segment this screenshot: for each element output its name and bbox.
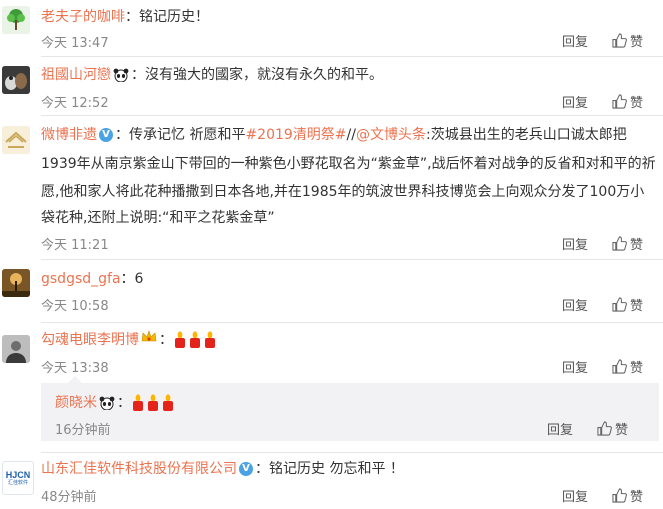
- like-button[interactable]: 赞: [597, 419, 628, 438]
- comment-body: ：铭记历史 勿忘和平 ！: [255, 461, 404, 477]
- avatar[interactable]: [2, 66, 30, 94]
- user-name[interactable]: 祖國山河戀: [41, 67, 111, 83]
- comment-text: 祖國山河戀 ：沒有強大的國家，就沒有永久的和平。: [41, 65, 383, 85]
- user-name[interactable]: 山东汇佳软件科技股份有限公司: [41, 461, 237, 477]
- comment-body: ：传承记忆 祈愿和平: [115, 127, 246, 143]
- comment-1: 老夫子的咖啡：铭记历史！ 今天 13:47 回复 赞: [0, 0, 663, 57]
- sub-reply-text: 颜晓米 ：: [55, 393, 176, 413]
- like-button[interactable]: 赞: [612, 234, 643, 253]
- comment-6: HJCN 汇佳软件 山东汇佳软件科技股份有限公司 V ：铭记历史 勿忘和平 ！ 48…: [0, 453, 663, 509]
- user-name[interactable]: 勾魂电眼李明博: [41, 332, 139, 348]
- comment-text: 山东汇佳软件科技股份有限公司 V ：铭记历史 勿忘和平 ！: [41, 459, 404, 479]
- comment-text-line: 1939年从南京紫金山下带回的一种紫色小野花取名为“紫金草”,战后怀着对战争的反…: [41, 156, 656, 172]
- timestamp: 今天 12:52: [41, 96, 109, 111]
- comment-2: 祖國山河戀 ：沒有強大的國家，就沒有永久的和平。 今天 12:52 回复 赞: [0, 57, 663, 116]
- comment-3: 微博非遗 V ：传承记忆 祈愿和平#2019清明祭#//@文博头条:茨城县出生的老兵…: [0, 116, 663, 260]
- like-label: 赞: [630, 490, 644, 505]
- like-button[interactable]: 赞: [612, 295, 643, 314]
- comment-body: :茨城县出生的老兵山口诚太郎把: [425, 127, 627, 143]
- thumbs-up-icon: [612, 236, 627, 251]
- user-name[interactable]: 老夫子的咖啡: [41, 9, 125, 25]
- verified-badge-icon: V: [99, 128, 113, 142]
- timestamp: 48分钟前: [41, 490, 97, 505]
- avatar[interactable]: [2, 335, 30, 363]
- candle-emoji-icon: [190, 331, 200, 348]
- timestamp: 今天 13:38: [41, 361, 109, 376]
- reply-button[interactable]: 回复: [562, 92, 588, 111]
- timestamp: 16分钟前: [55, 423, 111, 438]
- panda-emoji-icon: [99, 396, 115, 410]
- like-label: 赞: [630, 299, 644, 314]
- comment-body: ：6: [120, 271, 144, 287]
- reply-button[interactable]: 回复: [562, 357, 588, 376]
- like-button[interactable]: 赞: [612, 92, 643, 111]
- user-name[interactable]: 颜晓米: [55, 395, 97, 411]
- reply-button[interactable]: 回复: [562, 31, 588, 50]
- thumbs-up-icon: [597, 421, 612, 436]
- avatar[interactable]: [2, 269, 30, 297]
- comment-text: gsdgsd_gfa：6: [41, 269, 143, 289]
- like-label: 赞: [615, 423, 629, 438]
- candle-emoji-icon: [175, 331, 185, 348]
- comment-body: ：: [159, 332, 173, 348]
- comment-body: ：: [117, 395, 131, 411]
- like-button[interactable]: 赞: [612, 357, 643, 376]
- comment-text: 勾魂电眼李明博 ：: [41, 330, 218, 350]
- comment-text: 老夫子的咖啡：铭记历史！: [41, 7, 209, 27]
- sub-reply: 颜晓米 ： 16分钟前 回复 赞: [41, 383, 659, 441]
- hashtag-link[interactable]: #2019清明祭#: [245, 127, 346, 143]
- timestamp: 今天 11:21: [41, 238, 109, 253]
- avatar-logo-subtext: 汇佳软件: [7, 480, 28, 486]
- comment-body: ：铭记历史！: [125, 9, 209, 25]
- like-label: 赞: [630, 361, 644, 376]
- comment-body: ：沒有強大的國家，就沒有永久的和平。: [131, 67, 383, 83]
- avatar[interactable]: [2, 6, 30, 34]
- candle-emoji-icon: [148, 394, 158, 411]
- candle-emoji-icon: [205, 331, 215, 348]
- verified-badge-icon: V: [239, 462, 253, 476]
- candle-emoji-icon: [163, 394, 173, 411]
- comment-text-line: 袋花种,还附上说明:“和平之花紫金草”: [41, 210, 275, 226]
- crown-emoji-icon: [141, 330, 157, 350]
- thumbs-up-icon: [612, 488, 627, 503]
- user-name[interactable]: gsdgsd_gfa: [41, 271, 121, 287]
- like-label: 赞: [630, 35, 644, 50]
- comment-text-line: 愿,他和家人将此花种播撒到日本各地,并在1985年的筑波世界科技博览会上向观众分…: [41, 184, 645, 200]
- timestamp: 今天 10:58: [41, 299, 109, 314]
- like-label: 赞: [630, 238, 644, 253]
- panda-emoji-icon: [113, 68, 129, 82]
- comment-4: gsdgsd_gfa：6 今天 10:58 回复 赞: [0, 260, 663, 323]
- reply-button[interactable]: 回复: [562, 234, 588, 253]
- reply-button[interactable]: 回复: [562, 486, 588, 505]
- thumbs-up-icon: [612, 297, 627, 312]
- like-button[interactable]: 赞: [612, 31, 643, 50]
- reply-pointer: [68, 376, 82, 383]
- timestamp: 今天 13:47: [41, 36, 109, 51]
- reply-button[interactable]: 回复: [562, 295, 588, 314]
- avatar-logo-text: HJCN: [5, 470, 31, 480]
- mention-link[interactable]: @文博头条: [356, 127, 426, 143]
- avatar[interactable]: [2, 126, 30, 154]
- user-name[interactable]: 微博非遗: [41, 127, 97, 143]
- comment-text: 微博非遗 V ：传承记忆 祈愿和平#2019清明祭#//@文博头条:茨城县出生的老兵…: [41, 125, 627, 145]
- avatar[interactable]: HJCN 汇佳软件: [2, 461, 34, 495]
- repost-separator: //: [346, 127, 356, 143]
- like-label: 赞: [630, 96, 644, 111]
- thumbs-up-icon: [612, 33, 627, 48]
- thumbs-up-icon: [612, 359, 627, 374]
- reply-button[interactable]: 回复: [547, 419, 573, 438]
- candle-emoji-icon: [133, 394, 143, 411]
- like-button[interactable]: 赞: [612, 486, 643, 505]
- thumbs-up-icon: [612, 94, 627, 109]
